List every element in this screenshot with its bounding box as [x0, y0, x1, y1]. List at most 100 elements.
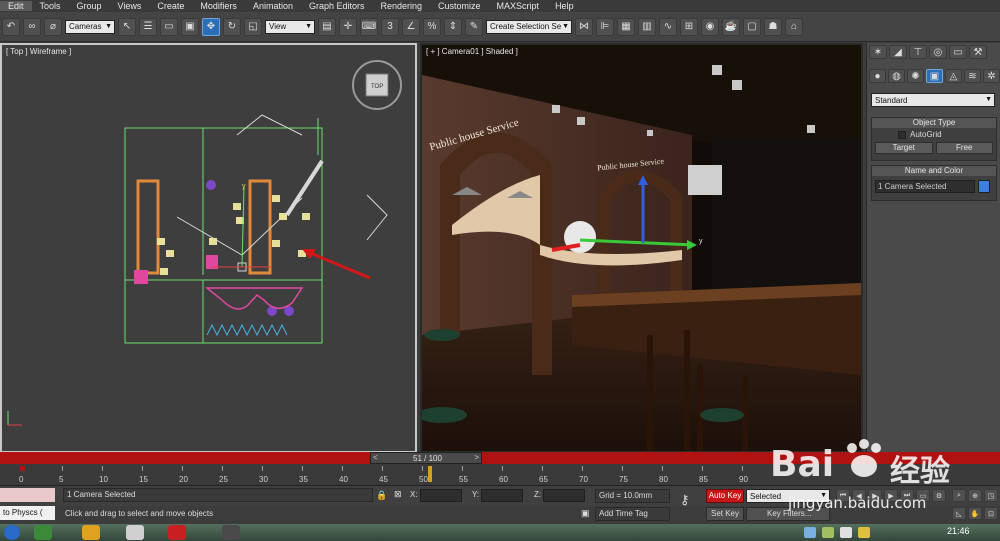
render-setup-icon[interactable]: ☕ — [722, 17, 740, 36]
render-production-icon[interactable]: ☗ — [764, 17, 782, 36]
rectangular-selection-icon[interactable]: ▭ — [160, 17, 178, 36]
start-button-icon[interactable] — [4, 525, 20, 540]
snaps-toggle-icon[interactable]: 3 — [381, 17, 399, 36]
mirror-icon[interactable]: ⋈ — [575, 17, 593, 36]
percent-snap-icon[interactable]: % — [423, 17, 441, 36]
y-coord-field[interactable] — [481, 489, 523, 502]
utilities-tab-icon[interactable]: ⚒ — [969, 45, 987, 59]
absolute-mode-icon[interactable]: ⊠ — [394, 489, 402, 500]
menu-customize[interactable]: Customize — [430, 1, 489, 11]
select-and-scale-icon[interactable]: ◱ — [244, 17, 262, 36]
manipulate-icon[interactable]: ✛ — [339, 17, 357, 36]
systems-icon[interactable]: ✲ — [983, 69, 1000, 83]
select-object-icon[interactable]: ↖ — [118, 17, 136, 36]
select-by-name-icon[interactable]: ☰ — [139, 17, 157, 36]
auto-key-button[interactable]: Auto Key — [706, 489, 744, 503]
z-coord-field[interactable] — [543, 489, 585, 502]
browser-icon[interactable] — [34, 525, 52, 540]
menu-help[interactable]: Help — [547, 1, 582, 11]
set-key-button[interactable]: Set Key — [706, 507, 744, 521]
curve-editor-icon[interactable]: ∿ — [659, 17, 677, 36]
geometry-icon[interactable]: ● — [869, 69, 886, 83]
key-marker[interactable] — [20, 466, 25, 471]
selection-filter-dropdown[interactable]: Cameras ▼ — [65, 19, 115, 34]
menu-views[interactable]: Views — [110, 1, 150, 11]
menu-create[interactable]: Create — [149, 1, 192, 11]
select-and-move-icon[interactable]: ✥ — [202, 17, 220, 36]
align-icon[interactable]: ⊫ — [596, 17, 614, 36]
menu-edit[interactable]: Edit — [0, 1, 32, 11]
unlink-icon[interactable]: ⌀ — [44, 17, 62, 36]
helpers-icon[interactable]: ◬ — [945, 69, 962, 83]
free-camera-button[interactable]: Free — [935, 142, 993, 154]
next-frame-button-icon[interactable]: ▶ — [884, 489, 898, 502]
shapes-icon[interactable]: ◍ — [888, 69, 905, 83]
frame-field-icon[interactable]: ▭ — [916, 489, 930, 502]
maxscript-listener-mini[interactable] — [0, 488, 55, 502]
lights-icon[interactable]: ✺ — [907, 69, 924, 83]
zoom-icon[interactable]: ⌕ — [952, 489, 966, 502]
3dsmax-taskbar-icon[interactable] — [222, 525, 240, 540]
key-filters-button[interactable]: Key Filters... — [746, 507, 830, 521]
graphite-ribbon-icon[interactable]: ▥ — [638, 17, 656, 36]
name-and-color-title[interactable]: Name and Color — [872, 166, 996, 176]
pivot-center-icon[interactable]: ▤ — [318, 17, 336, 36]
autogrid-checkbox[interactable] — [898, 130, 906, 139]
prev-frame-icon[interactable]: < — [373, 453, 378, 462]
schematic-view-icon[interactable]: ⊞ — [680, 17, 698, 36]
window-crossing-icon[interactable]: ▣ — [181, 17, 199, 36]
lock-selection-icon[interactable]: 🔒 — [376, 490, 387, 501]
zoom-extents-icon[interactable]: ◳ — [984, 489, 998, 502]
tray-icon-4[interactable] — [858, 527, 870, 538]
menu-group[interactable]: Group — [69, 1, 110, 11]
menu-graph-editors[interactable]: Graph Editors — [301, 1, 373, 11]
angle-snap-icon[interactable]: ∠ — [402, 17, 420, 36]
previous-frame-icon[interactable]: ◀ — [852, 489, 866, 502]
object-type-title[interactable]: Object Type — [872, 118, 996, 128]
reference-coordinate-dropdown[interactable]: View ▼ — [265, 19, 315, 34]
menu-rendering[interactable]: Rendering — [373, 1, 431, 11]
object-name-field[interactable]: 1 Camera Selected — [875, 180, 975, 193]
play-icon[interactable]: ▶ — [868, 489, 882, 502]
rendered-frame-icon[interactable]: ▢ — [743, 17, 761, 36]
create-tab-icon[interactable]: ✶ — [869, 45, 887, 59]
menu-maxscript[interactable]: MAXScript — [489, 1, 548, 11]
track-bar[interactable]: 0 5 10 15 20 25 30 35 40 45 50 55 60 65 70 75 80 85 90 — [0, 464, 1000, 486]
time-tag-icon[interactable]: ▣ — [581, 508, 590, 519]
x-coord-field[interactable] — [420, 489, 462, 502]
layer-manager-icon[interactable]: ▦ — [617, 17, 635, 36]
pan-icon[interactable]: ✋ — [968, 507, 982, 520]
menu-modifiers[interactable]: Modifiers — [192, 1, 245, 11]
add-time-tag-field[interactable]: Add Time Tag — [595, 507, 670, 521]
edit-named-selection-icon[interactable]: ✎ — [465, 17, 483, 36]
cameras-icon[interactable]: ▣ — [926, 69, 943, 83]
viewport-camera[interactable]: y [ + ] Camera01 ] Shaded ] Public house… — [420, 43, 863, 453]
render-iterative-icon[interactable]: ⌂ — [785, 17, 803, 36]
target-camera-button[interactable]: Target — [875, 142, 933, 154]
time-config-icon[interactable]: ⚙ — [932, 489, 946, 502]
tray-icon-1[interactable] — [804, 527, 816, 538]
current-frame-marker[interactable] — [428, 466, 432, 482]
app-icon[interactable] — [168, 525, 186, 540]
object-color-swatch[interactable] — [978, 180, 990, 193]
undo-icon[interactable]: ↶ — [2, 17, 20, 36]
viewport-label[interactable]: [ + ] Camera01 ] Shaded ] — [426, 47, 518, 56]
viewport-top[interactable]: [ Top ] Wireframe ] TOP y — [0, 43, 417, 453]
object-category-dropdown[interactable]: Standard ▼ — [871, 93, 995, 107]
named-selection-dropdown[interactable]: Create Selection Se ▼ — [486, 19, 572, 34]
menu-animation[interactable]: Animation — [245, 1, 301, 11]
select-and-rotate-icon[interactable]: ↻ — [223, 17, 241, 36]
material-editor-icon[interactable]: ◉ — [701, 17, 719, 36]
tray-icon-3[interactable] — [840, 527, 852, 538]
spinner-snap-icon[interactable]: ⇕ — [444, 17, 462, 36]
go-to-start-icon[interactable]: ⏮ — [836, 489, 850, 502]
display-tab-icon[interactable]: ▭ — [949, 45, 967, 59]
keyboard-shortcut-icon[interactable]: ⌨ — [360, 17, 378, 36]
go-to-end-icon[interactable]: ⏭ — [900, 489, 914, 502]
modify-tab-icon[interactable]: ◢ — [889, 45, 907, 59]
field-of-view-icon[interactable]: ◺ — [952, 507, 966, 520]
hierarchy-tab-icon[interactable]: ⊤ — [909, 45, 927, 59]
notepad-icon[interactable] — [126, 525, 144, 540]
menu-tools[interactable]: Tools — [32, 1, 69, 11]
tray-icon-2[interactable] — [822, 527, 834, 538]
